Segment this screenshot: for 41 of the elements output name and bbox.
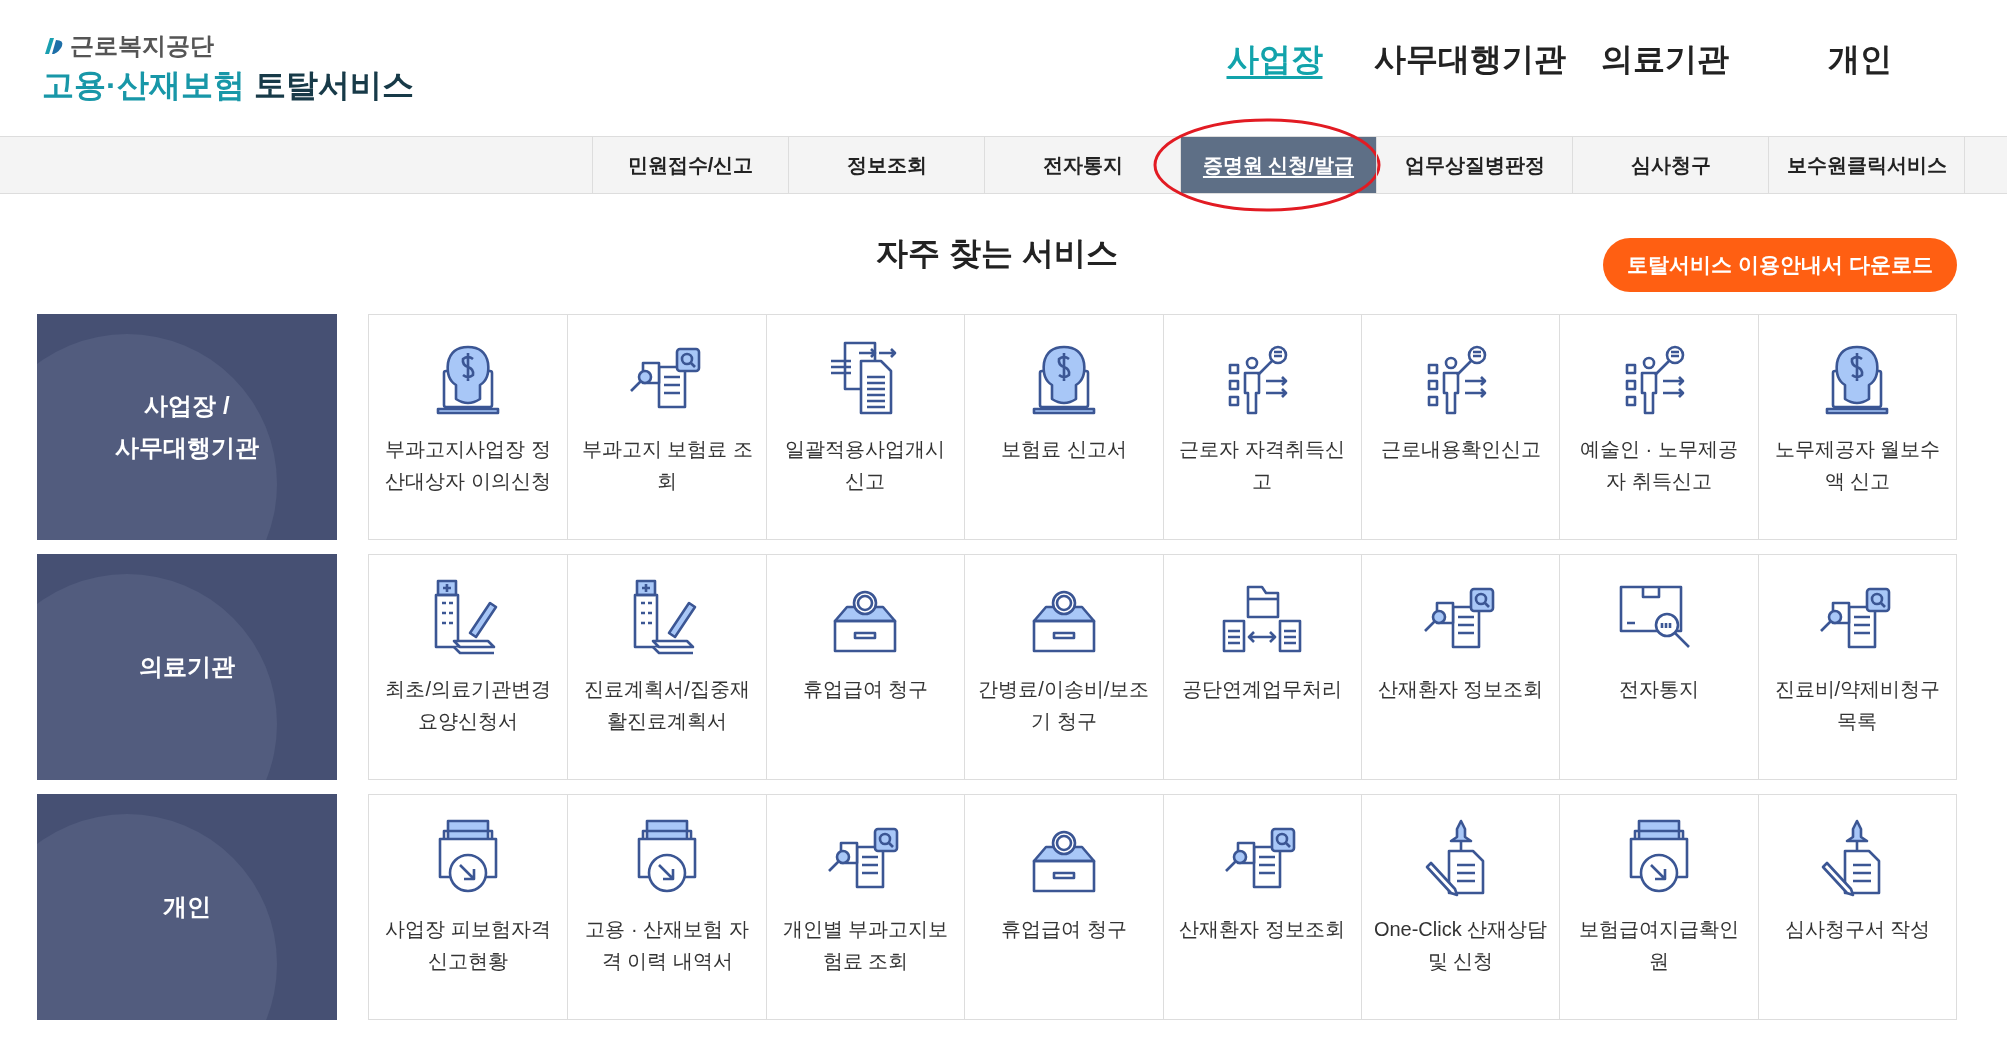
service-tile[interactable]: 부과고지 보험료 조회 <box>567 315 766 539</box>
service-tile[interactable]: 진료계획서/집중재활진료계획서 <box>567 555 766 779</box>
sub-nav-tab[interactable]: 증명원 신청/발급 <box>1181 137 1376 193</box>
sub-nav-tab[interactable]: 업무상질병판정 <box>1377 137 1572 193</box>
section-title: 자주 찾는 서비스 <box>876 234 1118 273</box>
service-tile[interactable]: 최초/의료기관변경 요양신청서 <box>369 555 568 779</box>
sub-nav-tab[interactable]: 전자통지 <box>985 137 1180 193</box>
service-tile[interactable]: 개인별 부과고지보험료 조회 <box>765 795 965 1019</box>
service-tile[interactable]: 보험급여지급확인원 <box>1559 795 1758 1019</box>
service-tile[interactable]: 공단연계업무처리 <box>1162 555 1361 779</box>
service-tile[interactable]: 휴업급여 청구 <box>964 795 1163 1019</box>
category-title: 개인 <box>163 892 211 922</box>
service-tile[interactable]: 산재환자 정보조회 <box>1162 795 1361 1019</box>
category-title: 사업장 / <box>144 391 230 421</box>
organization-name: 근로복지공단 <box>70 31 214 61</box>
top-nav-tab[interactable]: 의료기관 <box>1567 38 1762 88</box>
service-tile[interactable]: 고용 · 산재보험 자격 이력 내역서 <box>567 795 766 1019</box>
service-title[interactable]: 고용·산재보험 토탈서비스 <box>42 64 414 108</box>
category-title: 사무대행기관 <box>115 433 259 463</box>
service-tile[interactable]: 전자통지 <box>1559 555 1758 779</box>
sub-nav-tab[interactable]: 심사청구 <box>1573 137 1768 193</box>
service-tile[interactable]: 휴업급여 청구 <box>765 555 965 779</box>
service-tile[interactable]: 일괄적용사업개시신고 <box>765 315 965 539</box>
service-tile[interactable]: 보험료 신고서 <box>964 315 1163 539</box>
top-nav-tab[interactable]: 사무대행기관 <box>1372 38 1567 88</box>
sub-nav-tab[interactable]: 보수원클릭서비스 <box>1769 137 1964 193</box>
service-tile[interactable]: 진료비/약제비청구 목록 <box>1757 555 1956 779</box>
service-tile[interactable]: 근로내용확인신고 <box>1360 315 1560 539</box>
service-tile[interactable]: 심사청구서 작성 <box>1757 795 1956 1019</box>
service-tile[interactable]: 근로자 자격취득신고 <box>1162 315 1361 539</box>
service-tile[interactable]: 예술인 · 노무제공자 취득신고 <box>1559 315 1758 539</box>
service-tile[interactable]: 산재환자 정보조회 <box>1360 555 1560 779</box>
service-tile[interactable]: One-Click 산재상담 및 신청 <box>1360 795 1560 1019</box>
service-tile[interactable]: 노무제공자 월보수액 신고 <box>1757 315 1956 539</box>
service-tile[interactable]: 사업장 피보험자격 신고현황 <box>369 795 568 1019</box>
service-tile[interactable]: 부과고지사업장 정산대상자 이의신청 <box>369 315 568 539</box>
service-tile[interactable]: 간병료/이송비/보조기 청구 <box>964 555 1163 779</box>
sub-nav-tab[interactable]: 정보조회 <box>789 137 984 193</box>
category-title: 의료기관 <box>139 652 235 682</box>
top-nav-tab[interactable]: 개인 <box>1762 38 1957 88</box>
sub-nav-tab[interactable]: 민원접수/신고 <box>593 137 788 193</box>
